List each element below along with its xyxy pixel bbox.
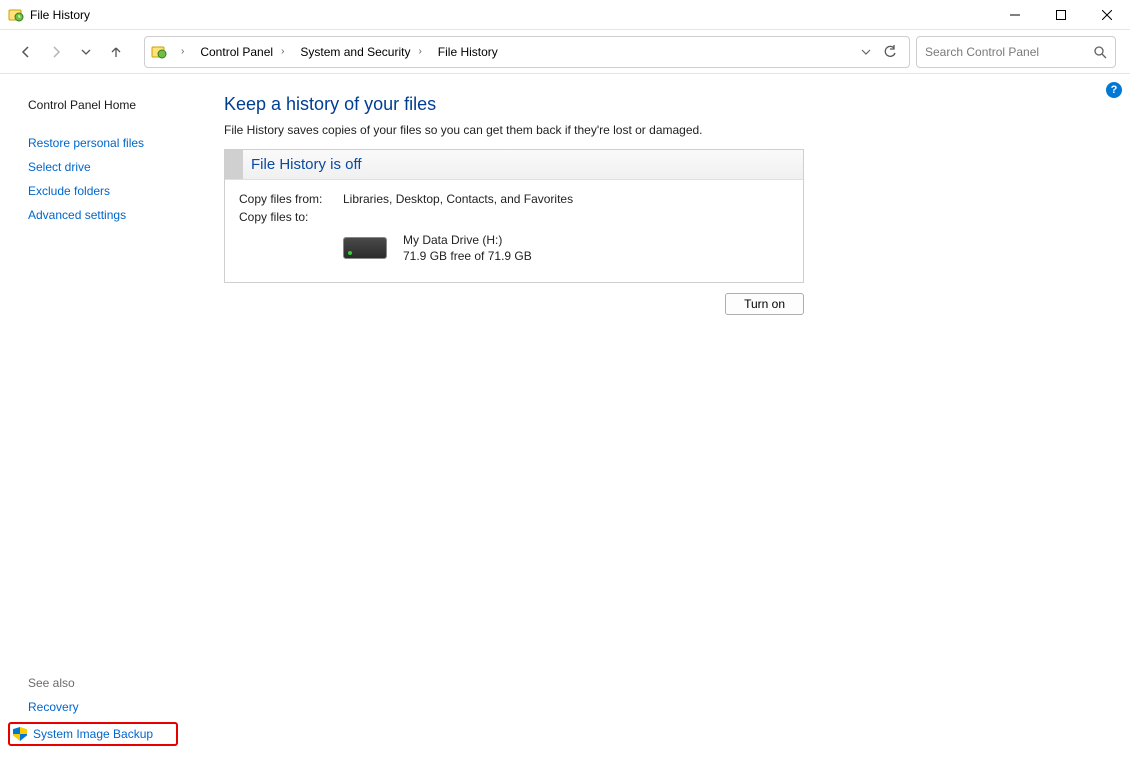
breadcrumb-leaf-label: File History [438,45,498,59]
turn-on-button[interactable]: Turn on [725,293,804,315]
drive-icon [343,237,387,259]
nav-recent-dropdown[interactable] [74,40,98,64]
navbar: › Control Panel › System and Security › … [0,30,1130,74]
sidebar-restore-personal-files[interactable]: Restore personal files [28,136,200,150]
panel-header-text: File History is off [243,156,362,173]
sidebar: Control Panel Home Restore personal file… [0,74,200,766]
search-box[interactable] [916,36,1116,68]
see-also-section: See also Recovery System Image Backup [28,676,178,754]
breadcrumb-root-label: Control Panel [200,45,273,59]
sidebar-advanced-settings[interactable]: Advanced settings [28,208,200,222]
page-title: Keep a history of your files [224,94,1106,115]
breadcrumb-root[interactable]: Control Panel › [194,37,290,67]
search-icon [1093,45,1107,59]
drive-space: 71.9 GB free of 71.9 GB [403,248,532,264]
close-button[interactable] [1084,0,1130,30]
refresh-button[interactable] [883,45,897,59]
window-title: File History [30,8,90,22]
titlebar: File History [0,0,1130,30]
see-also-system-image-backup[interactable]: System Image Backup [8,722,178,746]
breadcrumb-leaf[interactable]: File History [432,37,504,67]
sidebar-exclude-folders[interactable]: Exclude folders [28,184,200,198]
help-icon[interactable]: ? [1106,82,1122,98]
panel-stripe [225,150,243,179]
control-panel-home-link[interactable]: Control Panel Home [28,98,200,112]
nav-forward-button[interactable] [44,40,68,64]
breadcrumb-control-panel[interactable]: › [171,37,190,67]
breadcrumb-group-label: System and Security [300,45,410,59]
breadcrumb-group[interactable]: System and Security › [294,37,427,67]
see-also-recovery[interactable]: Recovery [28,700,178,714]
nav-back-button[interactable] [14,40,38,64]
search-input[interactable] [925,45,1093,59]
address-bar[interactable]: › Control Panel › System and Security › … [144,36,910,68]
minimize-button[interactable] [992,0,1038,30]
page-subtitle: File History saves copies of your files … [224,123,1106,137]
copy-from-value: Libraries, Desktop, Contacts, and Favori… [343,192,573,206]
sidebar-select-drive[interactable]: Select drive [28,160,200,174]
see-also-header: See also [28,676,178,690]
file-history-status-panel: File History is off Copy files from: Lib… [224,149,804,283]
main-content: ? Keep a history of your files File Hist… [200,74,1130,766]
drive-name: My Data Drive (H:) [403,232,532,248]
copy-from-label: Copy files from: [239,192,325,206]
system-image-backup-label: System Image Backup [33,727,153,741]
address-icon [151,44,167,60]
nav-up-button[interactable] [104,40,128,64]
address-dropdown-icon[interactable] [861,47,871,57]
maximize-button[interactable] [1038,0,1084,30]
shield-icon [13,727,27,741]
copy-to-label: Copy files to: [239,210,325,224]
file-history-app-icon [8,7,24,23]
